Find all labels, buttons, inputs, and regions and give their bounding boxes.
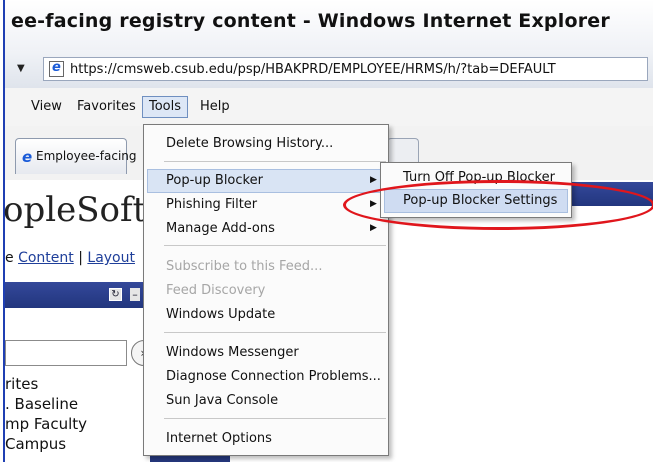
menu-separator: [164, 161, 386, 162]
menu-item-feed-discovery: Feed Discovery: [166, 283, 266, 298]
dropdown-arrow-icon[interactable]: ▼: [17, 63, 25, 74]
pagelet-header: ↻ –: [5, 282, 155, 308]
highlight-oval: [343, 180, 653, 230]
menu-separator: [164, 332, 386, 333]
brand-logo-text: opleSoft.: [3, 190, 158, 230]
menu-item-phishing-filter[interactable]: Phishing Filter: [166, 197, 257, 212]
tools-menu: Delete Browsing History... Pop-up Blocke…: [143, 124, 389, 456]
title-bar: ee-facing registry content - Windows Int…: [5, 0, 653, 50]
window-title: ee-facing registry content - Windows Int…: [11, 10, 610, 32]
links-prefix: e: [5, 250, 19, 266]
side-link-campus[interactable]: Campus: [5, 434, 87, 454]
menu-item-windows-messenger[interactable]: Windows Messenger: [166, 345, 299, 360]
menu-separator: [164, 418, 386, 419]
search-input[interactable]: [5, 340, 127, 366]
refresh-icon[interactable]: ↻: [109, 288, 122, 301]
menu-item-windows-update[interactable]: Windows Update: [166, 307, 275, 322]
submenu-arrow-icon: ▶: [370, 175, 377, 185]
menu-item-diagnose[interactable]: Diagnose Connection Problems...: [166, 369, 381, 384]
url-text: https://cmsweb.csub.edu/psp/HBAKPRD/EMPL…: [70, 62, 556, 77]
menu-item-subscribe-feed: Subscribe to this Feed...: [166, 259, 323, 274]
menu-tools[interactable]: Tools: [142, 96, 189, 118]
menu-bar: View Favorites Tools Help: [5, 88, 653, 127]
tab-label: Employee-facing: [36, 149, 137, 163]
links-separator: |: [73, 250, 88, 266]
menu-item-popup-blocker[interactable]: Pop-up Blocker: [166, 173, 263, 188]
address-bar: ▼ e https://cmsweb.csub.edu/psp/HBAKPRD/…: [5, 50, 653, 89]
side-link-favorites[interactable]: rites: [5, 374, 87, 394]
menu-help[interactable]: Help: [194, 98, 236, 116]
menu-item-delete-history[interactable]: Delete Browsing History...: [166, 136, 333, 151]
side-links: rites . Baseline mp Faculty Campus: [5, 374, 87, 454]
menu-separator: [164, 245, 386, 246]
ie-icon: e: [22, 148, 33, 166]
menu-favorites[interactable]: Favorites: [71, 98, 142, 116]
layout-link[interactable]: Layout: [87, 250, 135, 266]
menu-view[interactable]: View: [25, 98, 68, 116]
page-icon: e: [49, 60, 64, 77]
menu-item-manage-addons[interactable]: Manage Add-ons: [166, 221, 275, 236]
content-link[interactable]: Content: [18, 250, 74, 266]
menu-item-sun-java[interactable]: Sun Java Console: [166, 393, 278, 408]
tab-employee-facing[interactable]: e Employee-facing: [15, 138, 137, 174]
submenu-arrow-icon: ▶: [370, 223, 377, 233]
personalize-links: e Content | Layout: [5, 250, 135, 266]
side-link-faculty[interactable]: mp Faculty: [5, 414, 87, 434]
address-input[interactable]: e https://cmsweb.csub.edu/psp/HBAKPRD/EM…: [43, 57, 648, 81]
menu-item-internet-options[interactable]: Internet Options: [166, 431, 272, 446]
side-link-baseline[interactable]: . Baseline: [5, 394, 87, 414]
minimize-icon[interactable]: –: [130, 288, 140, 301]
